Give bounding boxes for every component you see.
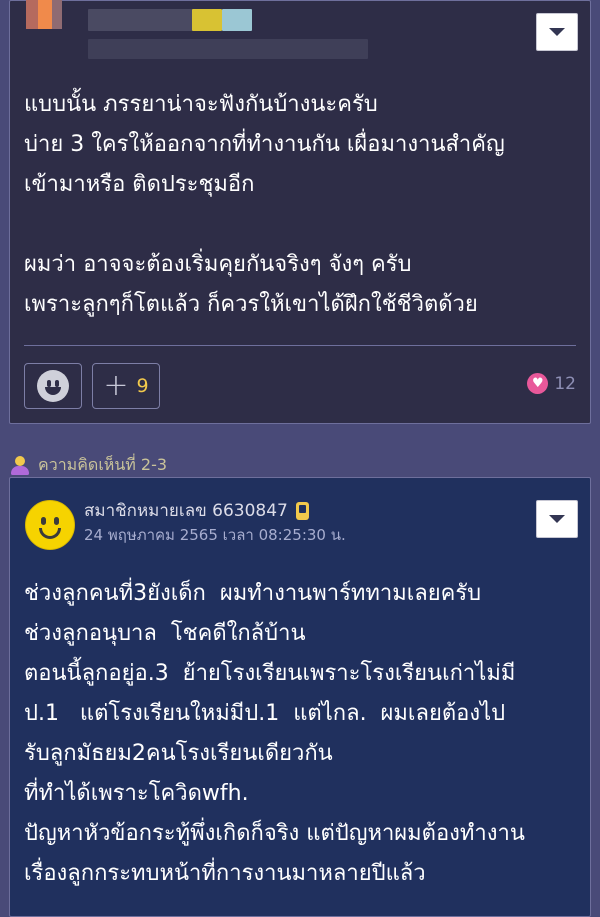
person-icon — [8, 455, 32, 476]
plus-icon: + — [103, 368, 129, 403]
comment-range-label: ความคิดเห็นที่ 2-3 — [38, 455, 168, 474]
blurred-avatar — [26, 0, 62, 29]
like-count: 12 — [554, 373, 576, 394]
chevron-down-icon — [549, 515, 565, 523]
blurred-badge-2 — [222, 9, 252, 31]
comment-body: ช่วงลูกคนที่3ยังเด็ก ผมทำงานพาร์ททามเลยค… — [24, 581, 525, 886]
heart-icon: ♥ — [527, 373, 549, 394]
plus-vote-button[interactable]: + 9 — [92, 363, 160, 409]
comment-card-2: สมาชิกหมายเลข 6630847 24 พฤษภาคม 2565 เว… — [9, 477, 591, 917]
comment-body: แบบนั้น ภรรยาน่าจะฟังกันบ้างนะครับ บ่าย … — [24, 92, 505, 317]
smiley-avatar-icon — [25, 500, 75, 550]
plus-count: 9 — [136, 375, 149, 397]
blurred-badge — [192, 9, 222, 31]
blurred-username — [88, 9, 193, 31]
comment-menu-button[interactable] — [536, 13, 578, 51]
author-label: สมาชิกหมายเลข 6630847 — [84, 501, 288, 521]
author-name[interactable]: สมาชิกหมายเลข 6630847 — [84, 497, 309, 524]
like-button[interactable]: ♥ 12 — [527, 373, 576, 394]
divider — [24, 345, 576, 346]
comment-card-1: แบบนั้น ภรรยาน่าจะฟังกันบ้างนะครับ บ่าย … — [9, 0, 591, 424]
comment-menu-button[interactable] — [536, 500, 578, 538]
emoji-reaction-button[interactable] — [24, 363, 82, 409]
comment-range-heading[interactable]: ความคิดเห็นที่ 2-3 — [8, 453, 167, 478]
phone-icon — [295, 501, 309, 520]
post-date: 24 พฤษภาคม 2565 เวลา 08:25:30 น. — [84, 526, 346, 544]
blurred-date — [88, 39, 368, 59]
smile-emoji-icon — [37, 370, 69, 402]
chevron-down-icon — [549, 28, 565, 36]
